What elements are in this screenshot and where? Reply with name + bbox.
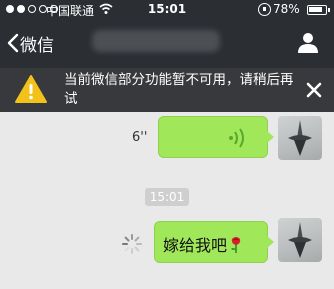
warning-banner: 当前微信部分功能暂不可用，请稍后再试 [0,68,334,112]
message-timestamp: 15:01 [145,188,189,206]
back-label: 微信 [20,35,54,56]
rotation-lock-icon [258,3,271,16]
warning-text: 当前微信部分功能暂不可用，请稍后再试 [64,72,294,107]
avatar[interactable] [278,218,322,262]
close-icon[interactable] [306,82,322,98]
warning-icon [15,75,47,103]
battery-icon [307,5,330,15]
voice-wave-icon [229,128,244,148]
rose-icon [231,237,241,253]
chat-area: 6'' 15:01 嫁给我吧 [0,112,334,289]
avatar[interactable] [278,116,322,160]
text-message-content: 嫁给我吧 [163,236,228,255]
voice-message-bubble[interactable] [158,116,274,158]
voice-duration: 6'' [132,130,148,145]
sending-spinner-icon [122,234,142,254]
top-bar: 中国联通 15:01 78% 微信 [0,0,334,68]
back-button[interactable]: 微信 [6,29,54,57]
nav-bar: 微信 [0,20,334,66]
contact-name-blurred [92,30,220,52]
text-message: 嫁给我吧 [163,232,243,256]
battery-percent: 78% [273,2,300,16]
back-chevron-icon [7,33,19,53]
text-message-bubble[interactable]: 嫁给我吧 [154,221,274,263]
profile-icon[interactable] [297,31,319,53]
status-bar: 中国联通 15:01 78% [0,0,334,20]
